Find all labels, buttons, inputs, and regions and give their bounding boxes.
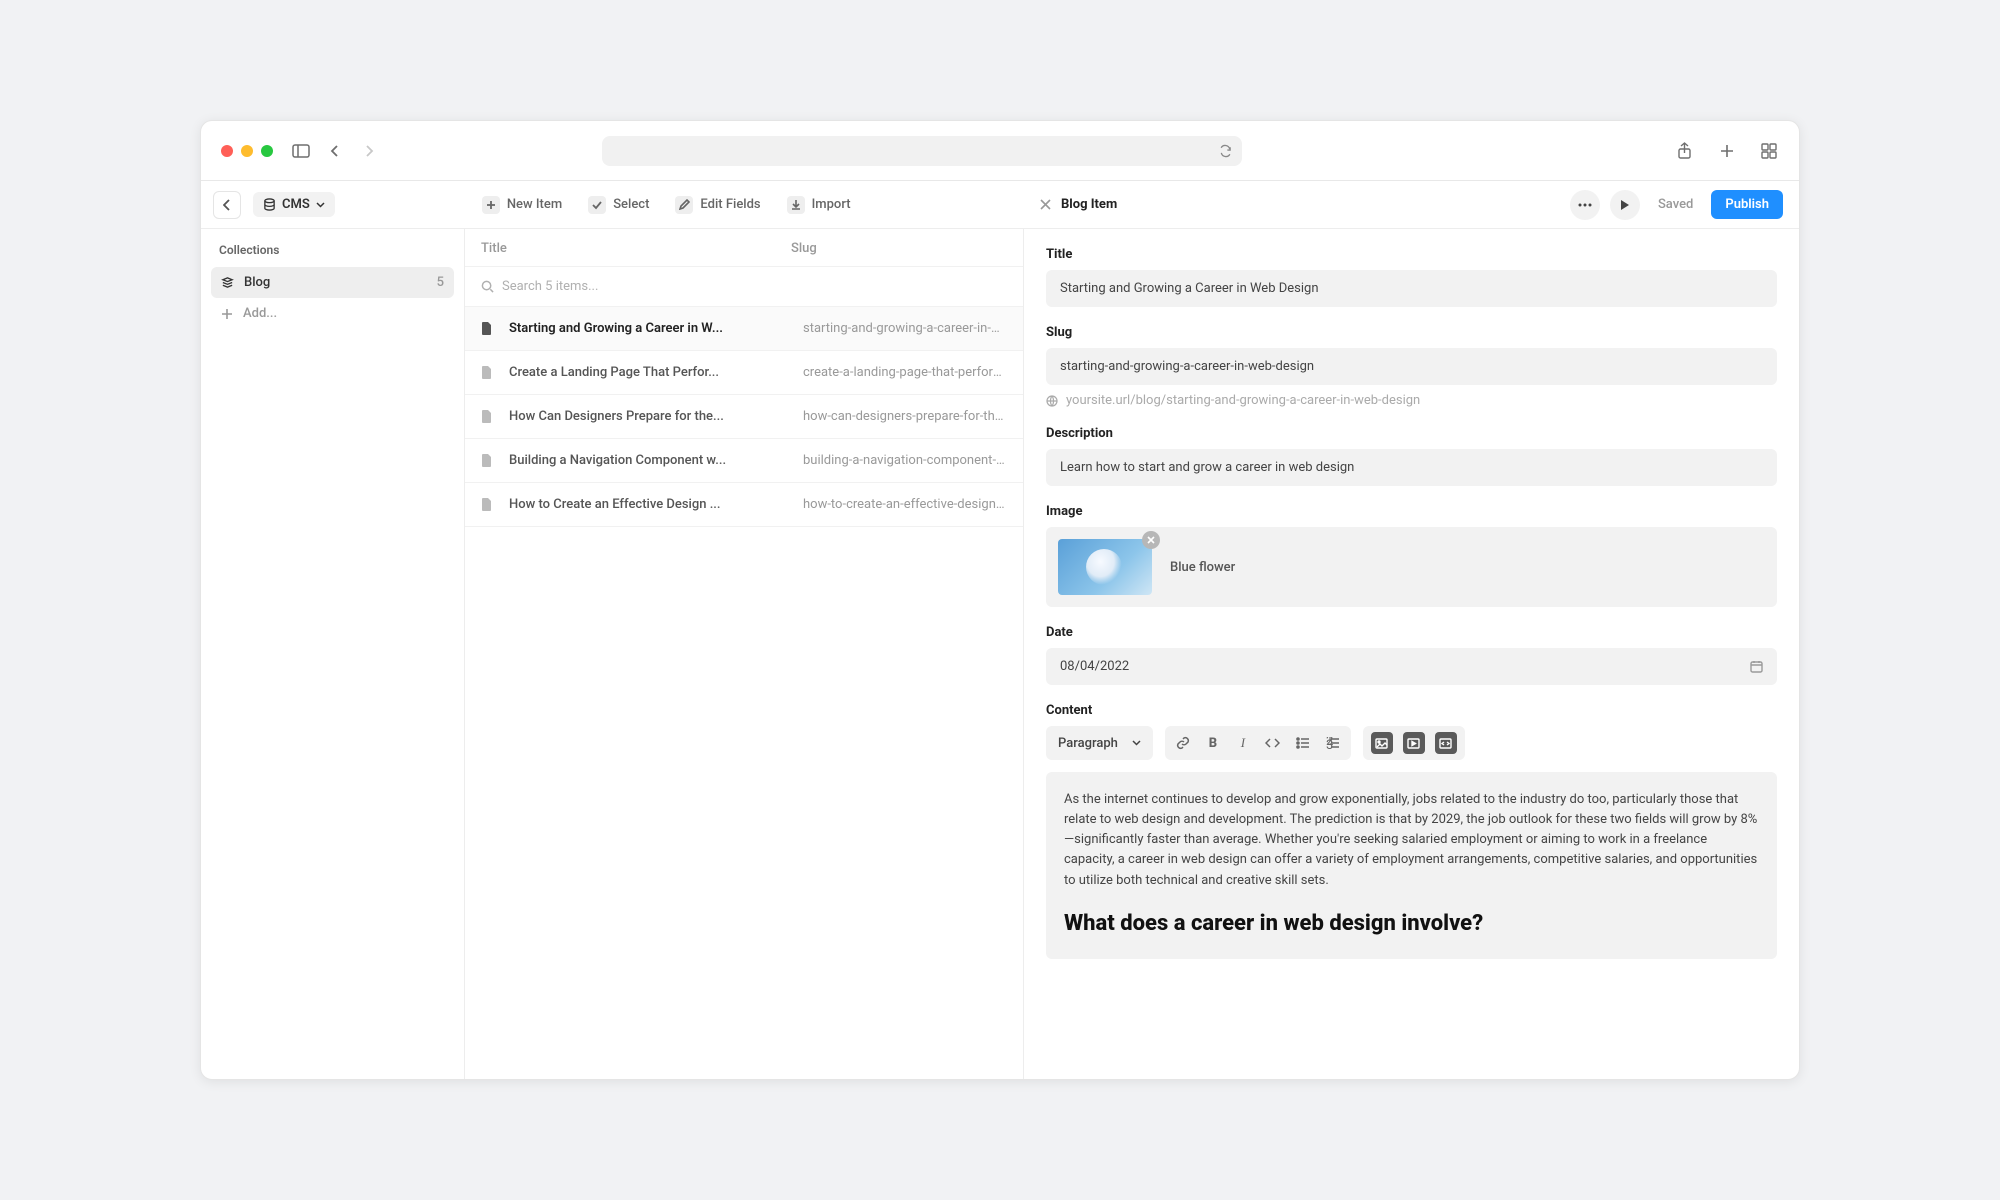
calendar-icon — [1750, 660, 1763, 673]
share-icon[interactable] — [1675, 141, 1695, 161]
more-options-button[interactable] — [1570, 190, 1600, 220]
back-button[interactable] — [213, 191, 241, 219]
database-icon — [263, 198, 276, 211]
item-editor-panel: Blog Item Saved Publish Title Starting a… — [1023, 229, 1799, 1079]
insert-image-icon[interactable] — [1371, 732, 1393, 754]
bold-icon[interactable]: B — [1203, 733, 1223, 753]
column-slug: Slug — [791, 241, 1007, 256]
nav-forward-icon[interactable] — [359, 141, 379, 161]
list-item[interactable]: Starting and Growing a Career in W... st… — [465, 307, 1023, 351]
image-label: Image — [1046, 504, 1777, 519]
preview-button[interactable] — [1610, 190, 1640, 220]
sidebar-add-collection[interactable]: Add... — [211, 298, 454, 329]
document-icon — [481, 498, 495, 511]
document-icon — [481, 322, 495, 335]
svg-text:3: 3 — [1326, 738, 1333, 749]
import-button[interactable]: Import — [781, 192, 857, 218]
app-window: CMS New Item Select Edit Fields — [200, 120, 1800, 1080]
traffic-lights — [221, 145, 273, 157]
image-filename: Blue flower — [1170, 560, 1235, 575]
bullet-list-icon[interactable] — [1293, 733, 1313, 753]
close-panel-button[interactable] — [1040, 199, 1051, 210]
items-list: Title Slug Search 5 items... Starting an… — [465, 229, 1023, 1079]
insert-video-icon[interactable] — [1403, 732, 1425, 754]
style-dropdown[interactable]: Paragraph — [1046, 726, 1153, 760]
list-item[interactable]: How Can Designers Prepare for the... how… — [465, 395, 1023, 439]
edit-fields-button[interactable]: Edit Fields — [669, 192, 766, 218]
breadcrumb-cms[interactable]: CMS — [253, 192, 335, 217]
code-icon[interactable] — [1263, 733, 1283, 753]
date-input[interactable]: 08/04/2022 — [1046, 648, 1777, 685]
collections-sidebar: Collections Blog 5 Add... — [201, 229, 465, 1079]
edit-icon — [675, 196, 693, 214]
rte-toolbar: Paragraph B I 123 — [1046, 726, 1777, 760]
list-item[interactable]: How to Create an Effective Design ... ho… — [465, 483, 1023, 527]
new-tab-icon[interactable] — [1717, 141, 1737, 161]
panel-title: Blog Item — [1061, 197, 1117, 212]
cms-app: CMS New Item Select Edit Fields — [201, 181, 1799, 1079]
list-item[interactable]: Create a Landing Page That Perfor... cre… — [465, 351, 1023, 395]
publish-button[interactable]: Publish — [1711, 190, 1783, 219]
list-header: Title Slug — [465, 229, 1023, 267]
close-window-button[interactable] — [221, 145, 233, 157]
insert-embed-icon[interactable] — [1435, 732, 1457, 754]
image-thumbnail — [1058, 539, 1152, 595]
image-picker[interactable]: Blue flower — [1046, 527, 1777, 607]
numbered-list-icon[interactable]: 123 — [1323, 733, 1343, 753]
list-item[interactable]: Building a Navigation Component w... bui… — [465, 439, 1023, 483]
sidebar-toggle-icon[interactable] — [291, 141, 311, 161]
document-icon — [481, 410, 495, 423]
new-item-button[interactable]: New Item — [476, 192, 568, 218]
download-icon — [787, 196, 805, 214]
search-input[interactable]: Search 5 items... — [465, 267, 1023, 306]
checkbox-icon — [588, 196, 606, 214]
url-preview: yoursite.url/blog/starting-and-growing-a… — [1046, 393, 1777, 408]
minimize-window-button[interactable] — [241, 145, 253, 157]
search-icon — [481, 280, 494, 293]
slug-input[interactable]: starting-and-growing-a-career-in-web-des… — [1046, 348, 1777, 385]
date-label: Date — [1046, 625, 1777, 640]
chevron-down-icon — [316, 202, 325, 208]
sidebar-item-blog[interactable]: Blog 5 — [211, 267, 454, 298]
url-bar[interactable] — [602, 136, 1242, 166]
breadcrumb-label: CMS — [282, 197, 310, 212]
nav-back-icon[interactable] — [325, 141, 345, 161]
select-button[interactable]: Select — [582, 192, 655, 218]
tabs-overview-icon[interactable] — [1759, 141, 1779, 161]
plus-icon — [482, 196, 500, 214]
chevron-down-icon — [1132, 740, 1141, 746]
panel-header: Blog Item Saved Publish — [1024, 181, 1799, 229]
title-label: Title — [1046, 247, 1777, 262]
browser-chrome — [201, 121, 1799, 181]
remove-image-button[interactable] — [1142, 531, 1160, 549]
saved-status: Saved — [1658, 197, 1693, 212]
link-icon[interactable] — [1173, 733, 1193, 753]
document-icon — [481, 366, 495, 379]
sidebar-heading: Collections — [211, 243, 454, 267]
plus-icon — [221, 308, 233, 320]
description-label: Description — [1046, 426, 1777, 441]
maximize-window-button[interactable] — [261, 145, 273, 157]
document-icon — [481, 454, 495, 467]
refresh-icon[interactable] — [1219, 144, 1232, 157]
title-input[interactable]: Starting and Growing a Career in Web Des… — [1046, 270, 1777, 307]
content-label: Content — [1046, 703, 1777, 718]
slug-label: Slug — [1046, 325, 1777, 340]
content-paragraph: As the internet continues to develop and… — [1064, 790, 1759, 891]
globe-icon — [1046, 395, 1058, 407]
column-title: Title — [481, 241, 791, 256]
content-heading: What does a career in web design involve… — [1064, 907, 1759, 941]
description-input[interactable]: Learn how to start and grow a career in … — [1046, 449, 1777, 486]
italic-icon[interactable]: I — [1233, 733, 1253, 753]
content-editor[interactable]: As the internet continues to develop and… — [1046, 772, 1777, 959]
stack-icon — [221, 276, 234, 289]
